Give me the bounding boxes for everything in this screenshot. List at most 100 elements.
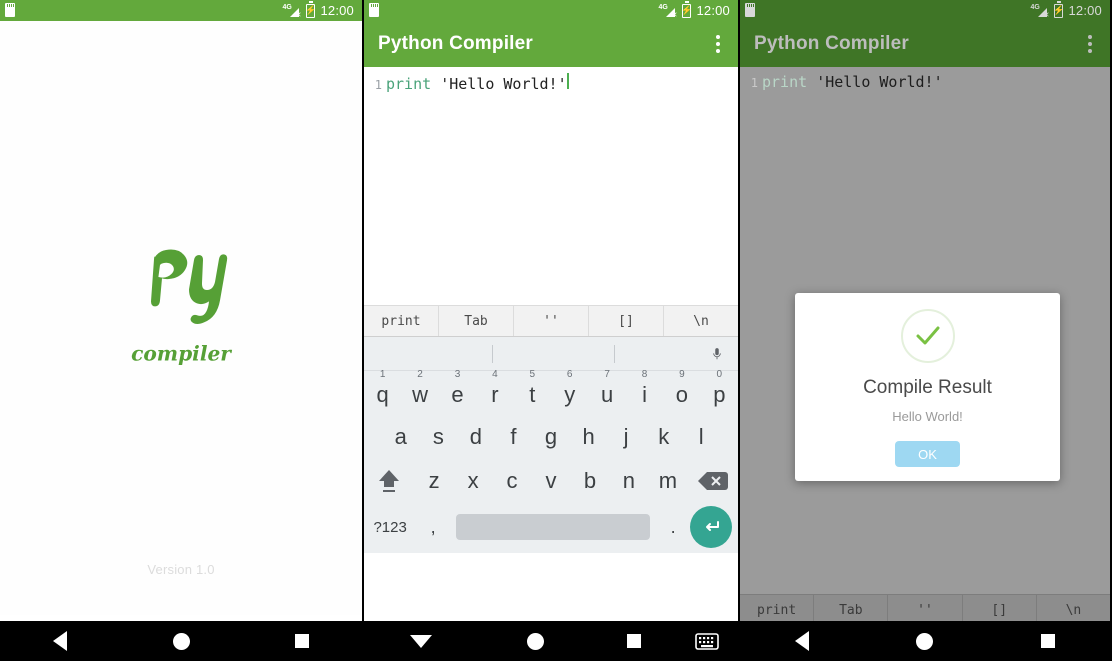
nav-recents-button[interactable] <box>241 634 362 648</box>
dialog-ok-button[interactable]: OK <box>895 441 960 467</box>
comma-key[interactable]: , <box>416 517 450 538</box>
nav-dismiss-keyboard-button[interactable] <box>364 634 478 648</box>
nav-recents-button[interactable] <box>593 634 675 648</box>
sim-card-icon <box>5 3 15 17</box>
code-line-1: 1 print 'Hello World!' <box>364 73 738 93</box>
suggestion-strip[interactable] <box>364 337 738 371</box>
shift-icon[interactable] <box>364 467 415 495</box>
system-navigation-bar <box>740 621 1110 661</box>
shortcut-tab[interactable]: Tab <box>439 306 514 336</box>
enter-icon[interactable] <box>689 506 732 548</box>
text-caret <box>566 73 569 89</box>
key-k[interactable]: k <box>645 424 683 450</box>
nav-back-button[interactable] <box>740 631 863 651</box>
space-key[interactable] <box>455 514 651 540</box>
key-v[interactable]: v <box>532 468 571 494</box>
sim-card-icon <box>369 3 379 17</box>
svg-text:compiler: compiler <box>131 342 232 366</box>
panel-splash-screen: 4G ✕ ⚡ 12:00 compiler Version 1.0 <box>0 0 362 661</box>
nav-recents-button[interactable] <box>987 634 1110 648</box>
status-bar: 4G ✕ ⚡ 12:00 <box>740 0 1110 21</box>
overflow-menu-icon[interactable] <box>1084 29 1096 59</box>
app-title: Python Compiler <box>378 33 534 54</box>
shortcut-newline[interactable]: \n <box>664 306 738 336</box>
shortcut-quotes[interactable]: '' <box>514 306 589 336</box>
dialog-message: Hello World! <box>892 409 963 424</box>
line-number: 1 <box>374 78 382 92</box>
status-clock: 12:00 <box>1068 3 1102 18</box>
app-logo: compiler <box>0 243 362 369</box>
code-string: 'Hello World!' <box>440 75 567 93</box>
code-editor: 1 print 'Hello World!' Compile Result He… <box>740 67 1110 594</box>
success-check-icon <box>900 309 955 363</box>
keyboard-row-1: 1q 2w 3e 4r 5t 6y 7u 8i 9o 0p <box>364 369 738 415</box>
shortcut-brackets[interactable]: [] <box>589 306 664 336</box>
key-x[interactable]: x <box>454 468 493 494</box>
key-d[interactable]: d <box>457 424 495 450</box>
logo-py-icon <box>151 249 228 325</box>
logo-compiler-text: compiler <box>131 342 232 366</box>
version-label: Version 1.0 <box>147 562 215 577</box>
signal-4g-no-service-icon: 4G ✕ <box>1030 3 1050 19</box>
key-j[interactable]: j <box>607 424 645 450</box>
microphone-icon[interactable] <box>710 344 724 364</box>
app-bar: Python Compiler <box>364 21 738 67</box>
keyboard-row-4: ?123 , . <box>364 503 738 551</box>
app-title: Python Compiler <box>754 33 910 54</box>
nav-home-button[interactable] <box>478 632 592 650</box>
key-h[interactable]: h <box>570 424 608 450</box>
app-bar: Python Compiler <box>740 21 1110 67</box>
key-y[interactable]: 6y <box>551 369 588 408</box>
key-t[interactable]: 5t <box>514 369 551 408</box>
battery-charging-icon: ⚡ <box>681 1 693 18</box>
screenshot-stage: 4G ✕ ⚡ 12:00 compiler Version 1.0 4G ✕ ⚡… <box>0 0 1112 661</box>
dialog-title: Compile Result <box>863 377 992 398</box>
compile-result-dialog: Compile Result Hello World! OK <box>795 293 1060 481</box>
key-s[interactable]: s <box>420 424 458 450</box>
key-a[interactable]: a <box>382 424 420 450</box>
soft-keyboard: 1q 2w 3e 4r 5t 6y 7u 8i 9o 0p a s d f g … <box>364 337 738 553</box>
keyboard-icon[interactable] <box>675 632 738 650</box>
keyboard-row-2: a s d f g h j k l <box>364 415 738 459</box>
key-g[interactable]: g <box>532 424 570 450</box>
status-clock: 12:00 <box>696 3 730 18</box>
nav-back-button[interactable] <box>0 631 121 651</box>
panel-compile-result-screen: 4G ✕ ⚡ 12:00 Python Compiler 1 print 'He… <box>738 0 1110 661</box>
key-r[interactable]: 4r <box>476 369 513 408</box>
period-key[interactable]: . <box>656 517 690 538</box>
key-o[interactable]: 9o <box>663 369 700 408</box>
code-shortcut-bar: print Tab '' [] \n <box>364 305 738 337</box>
signal-4g-no-service-icon: 4G ✕ <box>658 3 678 19</box>
key-b[interactable]: b <box>570 468 609 494</box>
symbols-key[interactable]: ?123 <box>364 519 416 536</box>
key-f[interactable]: f <box>495 424 533 450</box>
keyboard-row-3: z x c v b n m <box>364 459 738 503</box>
key-n[interactable]: n <box>609 468 648 494</box>
code-keyword: print <box>386 75 432 93</box>
shortcut-print[interactable]: print <box>364 306 439 336</box>
key-l[interactable]: l <box>682 424 720 450</box>
sim-card-icon <box>745 3 755 17</box>
key-z[interactable]: z <box>415 468 454 494</box>
key-c[interactable]: c <box>493 468 532 494</box>
overflow-menu-icon[interactable] <box>712 29 724 59</box>
nav-home-button[interactable] <box>863 632 986 650</box>
panel-editor-screen: 4G ✕ ⚡ 12:00 Python Compiler 1 print 'He… <box>362 0 738 661</box>
key-w[interactable]: 2w <box>401 369 438 408</box>
backspace-icon[interactable] <box>687 470 738 492</box>
code-editor[interactable]: 1 print 'Hello World!' <box>364 67 738 305</box>
battery-charging-icon: ⚡ <box>1053 1 1065 18</box>
status-bar: 4G ✕ ⚡ 12:00 <box>0 0 362 21</box>
key-e[interactable]: 3e <box>439 369 476 408</box>
key-i[interactable]: 8i <box>626 369 663 408</box>
signal-4g-no-service-icon: 4G ✕ <box>282 3 302 19</box>
splash-body: compiler Version 1.0 <box>0 21 362 615</box>
key-q[interactable]: 1q <box>364 369 401 408</box>
status-bar: 4G ✕ ⚡ 12:00 <box>364 0 738 21</box>
battery-charging-icon: ⚡ <box>305 1 317 18</box>
system-navigation-bar <box>364 621 738 661</box>
key-u[interactable]: 7u <box>588 369 625 408</box>
key-m[interactable]: m <box>648 468 687 494</box>
key-p[interactable]: 0p <box>701 369 738 408</box>
nav-home-button[interactable] <box>121 632 242 650</box>
